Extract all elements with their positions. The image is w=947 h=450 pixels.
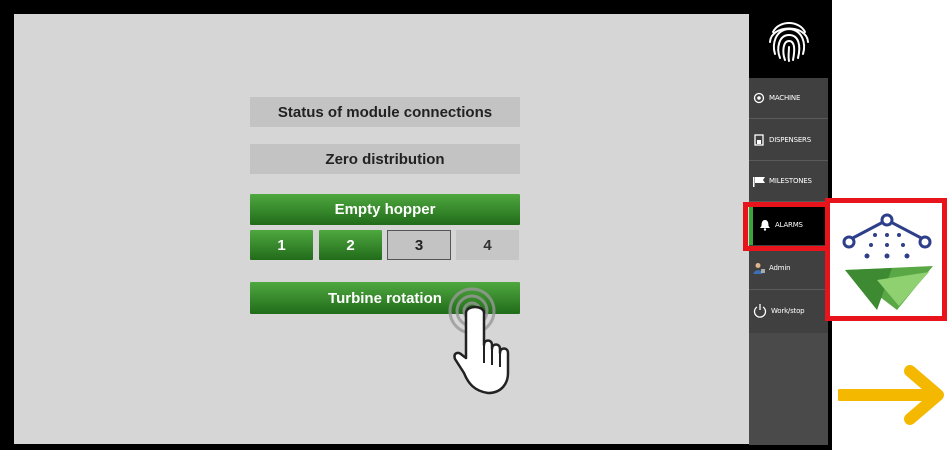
device-frame: Status of module connections Zero distri… [0, 0, 832, 450]
sidebar-item-machine[interactable]: MACHINE [749, 78, 828, 119]
main-screen: Status of module connections Zero distri… [14, 14, 749, 444]
hopper-4-button[interactable]: 4 [456, 230, 519, 260]
flag-icon [753, 175, 765, 187]
sidebar-item-label: MILESTONES [769, 177, 812, 185]
precision-farming-logo [842, 213, 933, 310]
sidebar-item-admin[interactable]: Admin [749, 247, 828, 290]
zero-distribution-button[interactable]: Zero distribution [250, 144, 520, 174]
sidebar-empty-area [749, 333, 828, 445]
status-module-connections-button[interactable]: Status of module connections [250, 97, 520, 127]
hopper-2-button[interactable]: 2 [319, 230, 382, 260]
fingerprint-logo [749, 0, 828, 78]
hopper-1-button[interactable]: 1 [250, 230, 313, 260]
alarms-highlight [743, 202, 834, 251]
user-icon [753, 262, 765, 274]
dispenser-icon [753, 133, 765, 146]
sidebar-item-work-stop[interactable]: Work/stop [749, 290, 828, 332]
sidebar-item-label: MACHINE [769, 94, 801, 102]
sidebar-item-dispensers[interactable]: DISPENSERS [749, 119, 828, 161]
sidebar-item-label: Admin [769, 264, 791, 272]
arrow-right-icon [838, 365, 944, 425]
hopper-3-button[interactable]: 3 [387, 230, 451, 260]
sidebar-item-label: DISPENSERS [769, 135, 811, 144]
sidebar-item-label: Work/stop [771, 307, 805, 315]
power-icon [753, 303, 767, 319]
sidebar-item-milestones[interactable]: MILESTONES [749, 161, 828, 202]
app-logo-callout [825, 198, 947, 321]
touch-hand-icon [448, 287, 510, 395]
empty-hopper-button[interactable]: Empty hopper [250, 194, 520, 225]
gear-icon [753, 92, 765, 104]
fingerprint-icon [769, 22, 809, 62]
